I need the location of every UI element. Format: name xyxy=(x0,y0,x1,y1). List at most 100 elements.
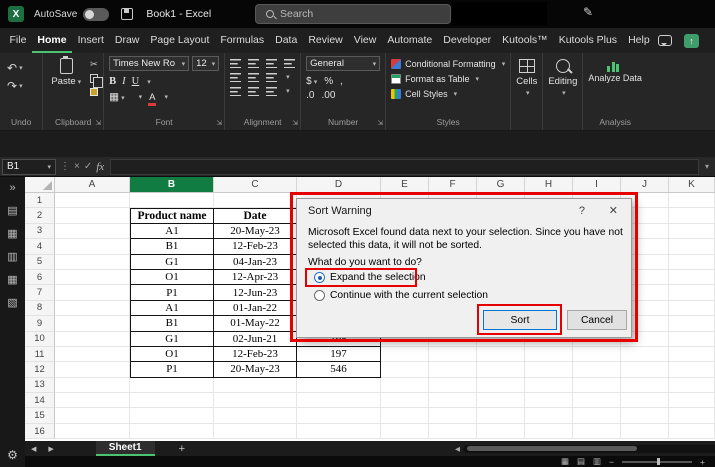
cell-J14[interactable] xyxy=(621,393,669,408)
cell-C14[interactable] xyxy=(214,393,297,408)
ribbon-tab-review[interactable]: Review xyxy=(303,28,348,53)
number-format-combo[interactable]: General▾ xyxy=(306,56,380,71)
ribbon-tab-data[interactable]: Data xyxy=(270,28,303,53)
cell-A4[interactable] xyxy=(55,239,130,254)
column-header-d[interactable]: D xyxy=(297,177,381,192)
sheet-tab-sheet1[interactable]: Sheet1 xyxy=(96,441,155,456)
page-break-view-icon[interactable]: ▥ xyxy=(593,457,601,466)
cell-B7[interactable]: P1 xyxy=(130,285,214,300)
zoom-in-icon[interactable]: + xyxy=(700,457,705,467)
cell-A3[interactable] xyxy=(55,224,130,239)
cell-K9[interactable] xyxy=(669,316,715,331)
cell-C7[interactable]: 12-Jun-23 xyxy=(214,285,297,300)
align-left-icon[interactable] xyxy=(230,73,241,82)
pane-icon-4[interactable]: ▦ xyxy=(7,274,17,287)
cell-D13[interactable] xyxy=(297,378,381,393)
cell-A16[interactable] xyxy=(55,424,130,439)
cell-B15[interactable] xyxy=(130,408,214,423)
cell-K13[interactable] xyxy=(669,378,715,393)
ribbon-tab-page-layout[interactable]: Page Layout xyxy=(145,28,215,53)
cell-K6[interactable] xyxy=(669,270,715,285)
cell-C11[interactable]: 12-Feb-23 xyxy=(214,347,297,362)
decrease-indent-icon[interactable] xyxy=(230,87,241,96)
column-header-j[interactable]: J xyxy=(621,177,669,192)
normal-view-icon[interactable]: ▦ xyxy=(561,457,569,466)
cell-A12[interactable] xyxy=(55,362,130,377)
cut-button[interactable]: ✂ xyxy=(90,59,98,70)
cell-D16[interactable] xyxy=(297,424,381,439)
formula-input[interactable] xyxy=(110,159,699,175)
percent-style-button[interactable]: % xyxy=(324,76,333,87)
cell-C2[interactable]: Date xyxy=(214,208,297,223)
cell-K14[interactable] xyxy=(669,393,715,408)
ribbon-tab-help[interactable]: Help xyxy=(623,28,656,53)
collapse-pane-icon[interactable]: » xyxy=(9,182,15,195)
align-middle-icon[interactable] xyxy=(248,59,259,68)
cell-B5[interactable]: G1 xyxy=(130,255,214,270)
dialog-close-icon[interactable]: ✕ xyxy=(609,204,618,217)
format-painter-button[interactable] xyxy=(90,86,98,97)
cells-group-button[interactable]: Cells ▾ xyxy=(511,53,543,130)
align-bottom-icon[interactable] xyxy=(266,59,277,68)
cell-H14[interactable] xyxy=(525,393,573,408)
row-header-1[interactable]: 1 xyxy=(25,193,55,208)
column-header-b[interactable]: B xyxy=(130,177,214,192)
cell-J13[interactable] xyxy=(621,378,669,393)
share-icon[interactable]: ↑ xyxy=(684,34,699,48)
cell-B4[interactable]: B1 xyxy=(130,239,214,254)
cell-B6[interactable]: O1 xyxy=(130,270,214,285)
row-header-7[interactable]: 7 xyxy=(25,285,55,300)
excel-logo[interactable]: X xyxy=(8,6,24,22)
cell-A2[interactable] xyxy=(55,208,130,223)
row-header-10[interactable]: 10 xyxy=(25,332,55,347)
cell-F11[interactable] xyxy=(429,347,477,362)
ribbon-tab-kutools-plus[interactable]: Kutools Plus xyxy=(553,28,622,53)
cell-J11[interactable] xyxy=(621,347,669,362)
cell-K16[interactable] xyxy=(669,424,715,439)
zoom-slider-knob[interactable] xyxy=(657,458,660,465)
ribbon-tab-formulas[interactable]: Formulas xyxy=(215,28,270,53)
cell-B9[interactable]: B1 xyxy=(130,316,214,331)
autosave-toggle[interactable] xyxy=(83,8,109,21)
clipboard-dialog-launcher[interactable]: ⇲ xyxy=(95,119,101,127)
wrap-text-icon[interactable] xyxy=(284,59,295,68)
confirm-entry-icon[interactable]: ✓ xyxy=(84,161,92,172)
row-header-3[interactable]: 3 xyxy=(25,224,55,239)
undo-button[interactable]: ↶▾ xyxy=(5,60,37,76)
cell-K1[interactable] xyxy=(669,193,715,208)
row-header-15[interactable]: 15 xyxy=(25,408,55,423)
cell-B11[interactable]: O1 xyxy=(130,347,214,362)
insert-function-icon[interactable]: fx xyxy=(96,161,104,173)
cell-B12[interactable]: P1 xyxy=(130,362,214,377)
cell-E12[interactable] xyxy=(381,362,429,377)
row-header-11[interactable]: 11 xyxy=(25,347,55,362)
alignment-dialog-launcher[interactable]: ⇲ xyxy=(292,119,298,127)
cell-B2[interactable]: Product name xyxy=(130,208,214,223)
cell-K11[interactable] xyxy=(669,347,715,362)
bold-button[interactable]: B xyxy=(109,76,116,87)
cell-I14[interactable] xyxy=(573,393,621,408)
cancel-button[interactable]: Cancel xyxy=(567,310,627,330)
cell-C16[interactable] xyxy=(214,424,297,439)
accounting-format-button[interactable]: $▾ xyxy=(306,76,317,87)
column-header-k[interactable]: K xyxy=(669,177,715,192)
cell-G16[interactable] xyxy=(477,424,525,439)
cell-D15[interactable] xyxy=(297,408,381,423)
gear-icon[interactable]: ⚙ xyxy=(7,448,18,462)
cell-C8[interactable]: 01-Jan-22 xyxy=(214,301,297,316)
row-header-12[interactable]: 12 xyxy=(25,362,55,377)
cell-A6[interactable] xyxy=(55,270,130,285)
sort-button[interactable]: Sort xyxy=(483,310,557,330)
cell-C15[interactable] xyxy=(214,408,297,423)
cell-I12[interactable] xyxy=(573,362,621,377)
column-header-e[interactable]: E xyxy=(381,177,429,192)
save-icon[interactable] xyxy=(121,8,133,20)
cell-H12[interactable] xyxy=(525,362,573,377)
cell-J16[interactable] xyxy=(621,424,669,439)
cell-D14[interactable] xyxy=(297,393,381,408)
conditional-formatting-button[interactable]: Conditional Formatting▾ xyxy=(391,56,505,71)
borders-button[interactable]: ▦▾ xyxy=(109,91,124,103)
row-header-8[interactable]: 8 xyxy=(25,301,55,316)
cell-E11[interactable] xyxy=(381,347,429,362)
cell-B13[interactable] xyxy=(130,378,214,393)
